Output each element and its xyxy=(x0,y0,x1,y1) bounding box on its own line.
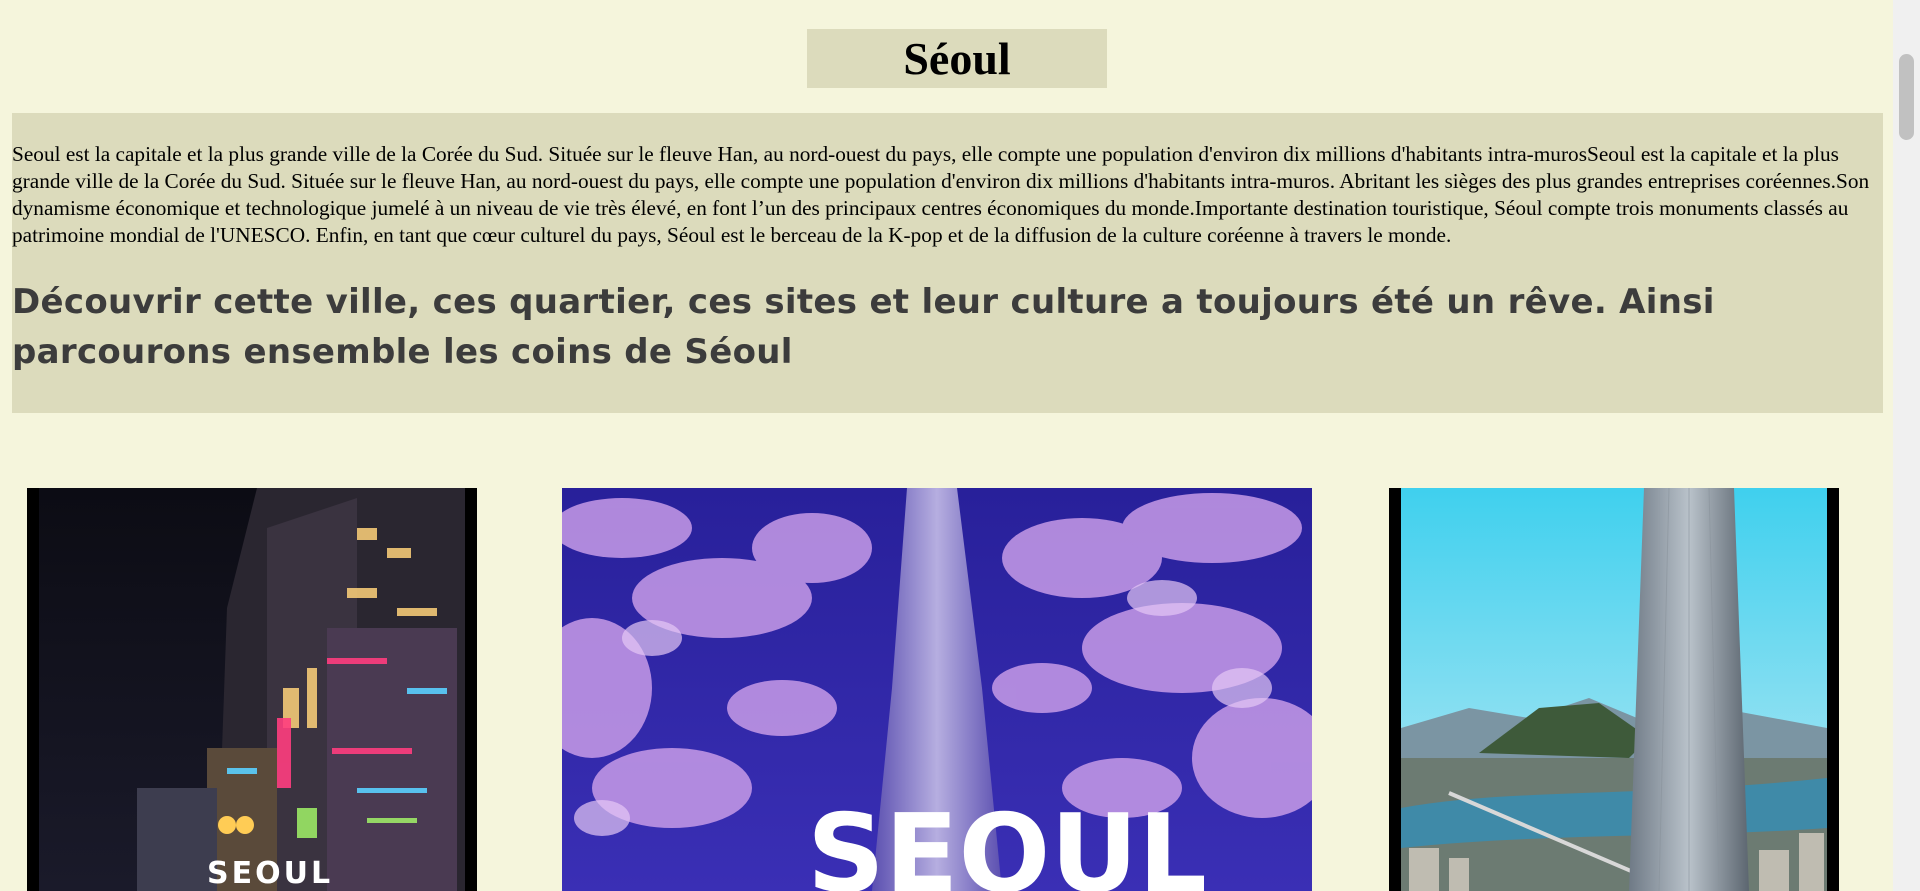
photo-2-overlay: SEOUL xyxy=(807,792,1207,891)
vertical-scrollbar[interactable] xyxy=(1893,0,1920,891)
tagline-heading: Découvrir cette ville, ces quartier, ces… xyxy=(12,282,1715,372)
seoul-night-street-photo: SEOUL xyxy=(27,488,477,891)
intro-section: Seoul est la capitale et la plus grande … xyxy=(12,113,1883,413)
title-box: Séoul xyxy=(807,29,1107,88)
seoul-aerial-river-photo xyxy=(1389,488,1839,891)
page: Séoul Seoul est la capitale et la plus g… xyxy=(0,0,1893,891)
seoul-tower-cherry-blossom-photo: SEOUL xyxy=(562,488,1312,891)
intro-paragraph: Seoul est la capitale et la plus grande … xyxy=(12,142,1870,247)
photo-1-overlay: SEOUL xyxy=(207,856,333,891)
scrollbar-thumb[interactable] xyxy=(1899,54,1914,140)
page-title: Séoul xyxy=(903,33,1011,84)
